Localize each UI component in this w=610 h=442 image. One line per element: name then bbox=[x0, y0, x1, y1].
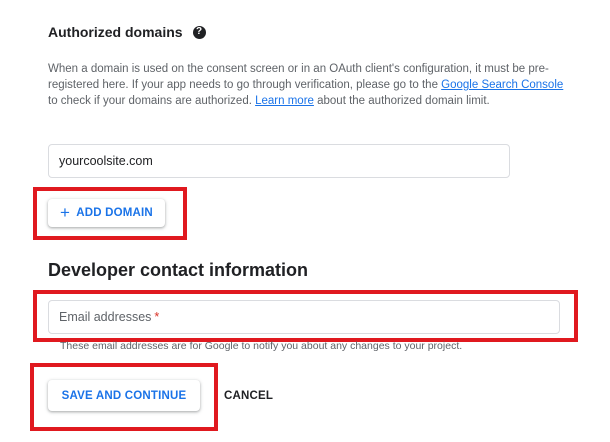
authorized-domains-description: When a domain is used on the consent scr… bbox=[48, 61, 568, 109]
authorized-domains-title: Authorized domains bbox=[48, 24, 183, 40]
authorized-domains-heading: Authorized domains ? bbox=[48, 24, 206, 40]
required-marker: * bbox=[154, 310, 160, 324]
help-icon[interactable]: ? bbox=[192, 25, 206, 39]
google-search-console-link[interactable]: Google Search Console bbox=[441, 79, 563, 91]
authorized-domain-field[interactable]: yourcoolsite.com bbox=[48, 144, 510, 178]
save-and-continue-button[interactable]: SAVE AND CONTINUE bbox=[48, 380, 200, 411]
description-text-3: about the authorized domain limit. bbox=[313, 95, 490, 107]
email-addresses-field[interactable]: Email addresses * bbox=[48, 300, 560, 334]
cancel-button[interactable]: CANCEL bbox=[216, 380, 281, 411]
plus-icon: + bbox=[60, 202, 71, 222]
developer-contact-title: Developer contact information bbox=[48, 260, 309, 280]
email-hint: These email addresses are for Google to … bbox=[60, 340, 463, 352]
description-text-2: to check if your domains are authorized. bbox=[48, 95, 256, 107]
email-addresses-placeholder: Email addresses bbox=[59, 310, 152, 324]
authorized-domain-value: yourcoolsite.com bbox=[59, 154, 153, 168]
learn-more-link[interactable]: Learn more bbox=[255, 95, 314, 107]
add-domain-label: ADD DOMAIN bbox=[76, 207, 153, 219]
add-domain-button[interactable]: + ADD DOMAIN bbox=[48, 199, 165, 227]
